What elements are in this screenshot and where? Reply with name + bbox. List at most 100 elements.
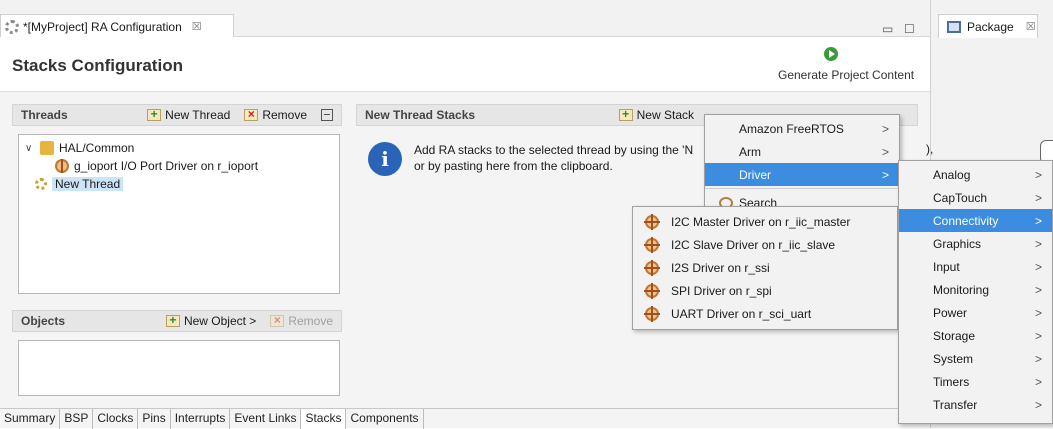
tree-item-ioport[interactable]: g_ioport I/O Port Driver on r_ioport <box>25 157 333 175</box>
menu-item-analog[interactable]: Analog > <box>899 163 1052 186</box>
menu-item-storage[interactable]: Storage > <box>899 324 1052 347</box>
package-tab-title: Package <box>967 19 1014 34</box>
new-object-label: New Object > <box>183 314 257 328</box>
driver-icon <box>644 236 660 253</box>
tree-item-label: New Thread <box>52 177 124 191</box>
chevron-right-icon: > <box>1034 190 1042 205</box>
menu-item-captouch[interactable]: CapTouch > <box>899 186 1052 209</box>
chevron-right-icon: > <box>881 167 889 182</box>
chevron-right-icon: > <box>1034 259 1042 274</box>
run-icon[interactable] <box>824 47 838 61</box>
menu-item-label: Analog <box>933 167 971 182</box>
close-icon[interactable]: ☒ <box>192 20 202 33</box>
menu-item-label: Graphics <box>933 236 982 251</box>
chevron-right-icon: > <box>1034 167 1042 182</box>
new-thread-button[interactable]: New Thread <box>147 107 230 122</box>
threads-tree[interactable]: ∨ HAL/Common g_ioport I/O Port Driver on… <box>18 134 340 294</box>
menu-item-driver[interactable]: Driver > <box>705 163 899 186</box>
menu-item-label: Transfer <box>933 397 978 412</box>
driver-icon <box>644 305 660 322</box>
menu-item-system[interactable]: System > <box>899 347 1052 370</box>
objects-header: Objects New Object > Remove <box>12 310 342 332</box>
menu-item-monitoring[interactable]: Monitoring > <box>899 278 1052 301</box>
menu-item-label: Power <box>933 305 968 320</box>
generate-project-content-button[interactable]: Generate Project Content <box>778 68 914 82</box>
chevron-right-icon: > <box>1034 282 1042 297</box>
driver-icon <box>644 282 660 299</box>
menu-item-label: Input <box>933 259 960 274</box>
new-stack-button[interactable]: New Stack <box>618 107 694 122</box>
menu-item-arm[interactable]: Arm > <box>705 140 899 163</box>
tab-clocks[interactable]: Clocks <box>93 409 139 429</box>
menu-item-connectivity[interactable]: Connectivity > <box>899 209 1052 232</box>
remove-object-button[interactable]: Remove <box>270 313 333 328</box>
menu-item-i2c-slave[interactable]: I2C Slave Driver on r_iic_slave <box>633 233 897 256</box>
chevron-right-icon: > <box>881 144 889 159</box>
chevron-right-icon: > <box>1034 213 1042 228</box>
chevron-right-icon: > <box>1034 328 1042 343</box>
menu-item-label: CapTouch <box>933 190 988 205</box>
menu-item-input[interactable]: Input > <box>899 255 1052 278</box>
driver-icon <box>55 159 69 173</box>
add-icon <box>618 107 633 121</box>
remove-icon <box>270 313 285 327</box>
collapse-all-icon[interactable] <box>321 109 333 121</box>
add-icon <box>165 313 180 327</box>
menu-item-label: Driver <box>739 167 771 182</box>
menu-item-spi[interactable]: SPI Driver on r_spi <box>633 279 897 302</box>
menu-item-label: Monitoring <box>933 282 990 297</box>
menu-item-transfer[interactable]: Transfer > <box>899 393 1052 416</box>
info-line-2: or by pasting here from the clipboard. <box>414 159 613 173</box>
tree-item-hal-common[interactable]: ∨ HAL/Common <box>25 139 333 157</box>
thread-icon <box>35 178 47 190</box>
menu-item-power[interactable]: Power > <box>899 301 1052 324</box>
objects-title: Objects <box>21 314 66 328</box>
tree-item-label: HAL/Common <box>59 141 135 155</box>
stacks-title: New Thread Stacks <box>365 108 476 122</box>
tab-stacks[interactable]: Stacks <box>301 409 347 429</box>
chevron-right-icon: > <box>1034 374 1042 389</box>
tab-components[interactable]: Components <box>346 409 424 429</box>
menu-item-label: UART Driver on r_sci_uart <box>671 306 812 321</box>
chevron-right-icon: > <box>1034 236 1042 251</box>
menu-item-label: Amazon FreeRTOS <box>739 121 844 136</box>
tab-bsp[interactable]: BSP <box>60 409 94 429</box>
editor-tab-title: *[MyProject] RA Configuration <box>23 19 182 34</box>
new-object-button[interactable]: New Object > <box>165 313 257 328</box>
remove-icon <box>244 107 259 121</box>
menu-item-label: I2C Master Driver on r_iic_master <box>671 214 851 229</box>
menu-item-label: SPI Driver on r_spi <box>671 283 772 298</box>
menu-item-graphics[interactable]: Graphics > <box>899 232 1052 255</box>
editor-tab[interactable]: *[MyProject] RA Configuration ☒ <box>0 14 234 38</box>
package-icon <box>947 20 961 33</box>
objects-list[interactable] <box>18 340 340 396</box>
gear-icon <box>5 19 19 34</box>
menu-item-timers[interactable]: Timers > <box>899 370 1052 393</box>
hal-icon <box>40 141 54 155</box>
new-stack-menu: Amazon FreeRTOS > Arm > Driver > Search <box>704 114 900 210</box>
menu-item-amazon-freertos[interactable]: Amazon FreeRTOS > <box>705 117 899 140</box>
info-icon: i <box>368 142 402 176</box>
remove-object-label: Remove <box>288 314 333 328</box>
tab-summary[interactable]: Summary <box>0 409 61 429</box>
menu-item-label: Connectivity <box>933 213 999 228</box>
tab-pins[interactable]: Pins <box>138 409 171 429</box>
remove-thread-button[interactable]: Remove <box>244 107 307 122</box>
menu-separator <box>705 188 899 189</box>
connectivity-submenu: I2C Master Driver on r_iic_master I2C Sl… <box>632 206 898 330</box>
menu-item-uart[interactable]: UART Driver on r_sci_uart <box>633 302 897 325</box>
minimize-button[interactable]: ▭ <box>882 22 893 36</box>
menu-item-label: Storage <box>933 328 976 343</box>
close-icon[interactable]: ☒ <box>1026 20 1036 33</box>
threads-title: Threads <box>21 108 68 122</box>
tree-item-new-thread[interactable]: New Thread <box>25 175 333 193</box>
menu-item-i2c-master[interactable]: I2C Master Driver on r_iic_master <box>633 210 897 233</box>
menu-item-i2s[interactable]: I2S Driver on r_ssi <box>633 256 897 279</box>
tab-interrupts[interactable]: Interrupts <box>171 409 231 429</box>
remove-thread-label: Remove <box>262 108 307 122</box>
tab-event-links[interactable]: Event Links <box>230 409 302 429</box>
driver-icon <box>644 259 660 276</box>
maximize-button[interactable]: ☐ <box>904 22 915 36</box>
package-tab[interactable]: Package ☒ <box>938 14 1038 38</box>
chevron-down-icon[interactable]: ∨ <box>25 143 35 154</box>
